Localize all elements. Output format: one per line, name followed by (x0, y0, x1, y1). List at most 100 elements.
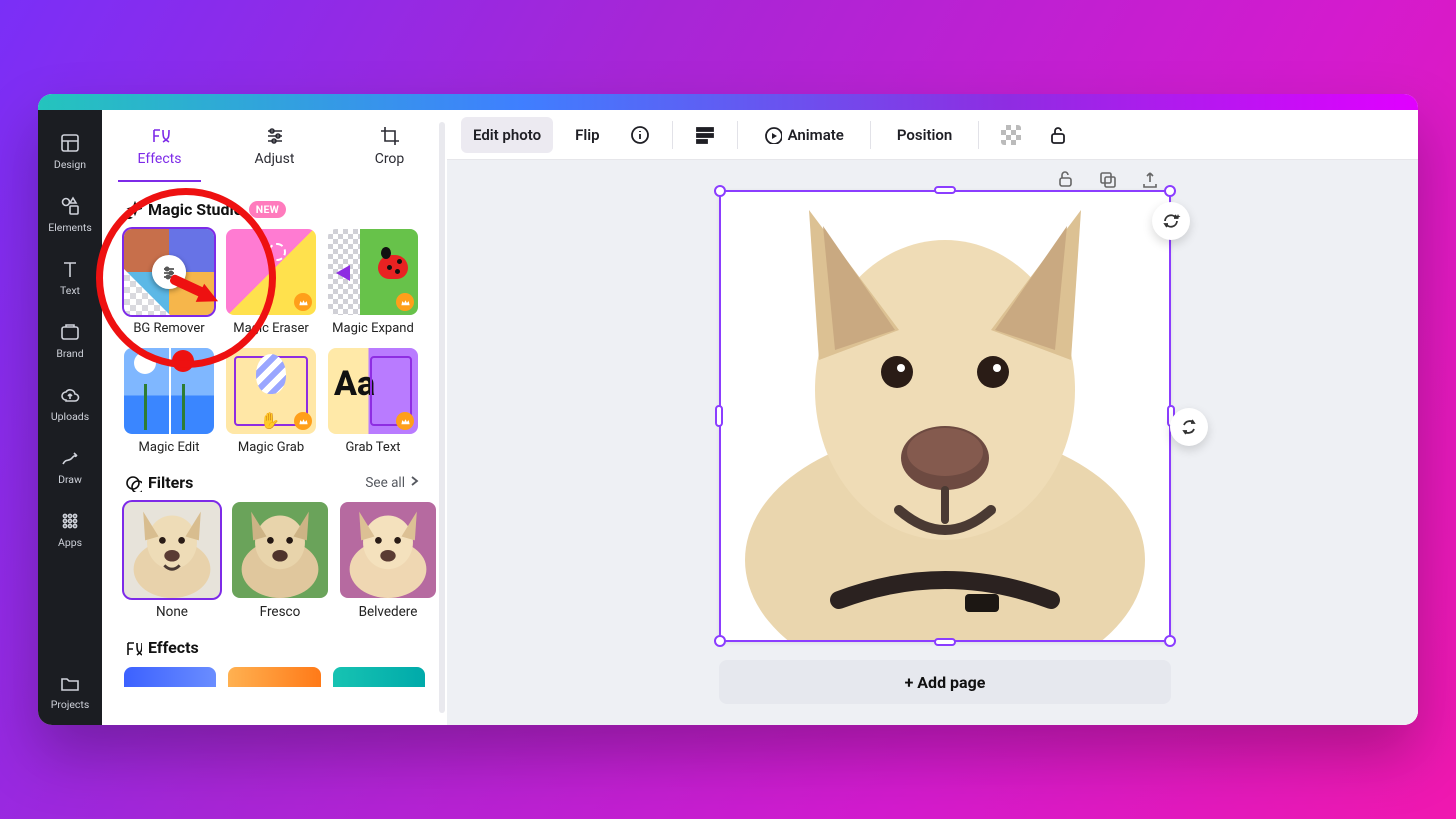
page-lock-button[interactable] (1052, 166, 1078, 192)
filters-icon (124, 474, 142, 492)
app-body: Design Elements Text Brand Uploads Draw (38, 110, 1418, 725)
sparkle-icon (124, 201, 142, 219)
regenerate-button[interactable] (1152, 202, 1190, 240)
rail-projects[interactable]: Projects (38, 662, 102, 725)
panel-tabs: Effects Adjust Crop (102, 110, 447, 182)
filter-thumb (124, 502, 220, 598)
separator (870, 121, 871, 149)
rail-label: Design (54, 158, 86, 171)
align-button[interactable] (687, 117, 723, 153)
filter-none[interactable]: None (124, 502, 220, 620)
rail-elements[interactable]: Elements (38, 185, 102, 248)
tool-label: Magic Grab (226, 440, 316, 455)
upload-icon (1140, 170, 1158, 188)
sync-button[interactable] (1170, 408, 1208, 446)
resize-handle[interactable] (1164, 185, 1176, 197)
tab-label: Effects (138, 151, 182, 167)
filter-belvedere[interactable]: Belvedere (340, 502, 436, 620)
tool-magic-edit[interactable]: Magic Edit (124, 348, 214, 455)
effect-preview[interactable] (124, 667, 216, 687)
rail-design[interactable]: Design (38, 122, 102, 185)
crown-icon (396, 293, 414, 311)
add-page-label: + Add page (905, 673, 986, 692)
rail-uploads[interactable]: Uploads (38, 374, 102, 437)
see-all-link[interactable]: See all (365, 474, 425, 492)
animate-button[interactable]: Animate (752, 117, 856, 153)
tool-label: BG Remover (124, 321, 214, 336)
tool-label: Magic Eraser (226, 321, 316, 336)
tab-crop[interactable]: Crop (332, 110, 447, 182)
tool-bg-remover[interactable]: BG Remover (124, 229, 214, 336)
resize-handle[interactable] (934, 186, 956, 194)
resize-handle[interactable] (714, 185, 726, 197)
separator (672, 121, 673, 149)
see-all-label: See all (365, 475, 405, 491)
brand-icon (59, 321, 81, 343)
tool-grab-text[interactable]: Aa Grab Text (328, 348, 418, 455)
rail-label: Projects (51, 698, 90, 711)
canvas-stage[interactable]: + Add page (447, 160, 1418, 725)
bg-remover-thumb (124, 229, 214, 315)
section-filters: Filters See all (124, 473, 425, 492)
rail-text[interactable]: Text (38, 248, 102, 311)
magic-grab-thumb: ✋ (226, 348, 316, 434)
section-effects: Effects (124, 638, 425, 657)
shapes-icon (59, 195, 81, 217)
new-badge: NEW (249, 201, 286, 218)
chevron-right-icon (407, 474, 425, 492)
duplicate-icon (1098, 170, 1116, 188)
tool-magic-expand[interactable]: Magic Expand (328, 229, 418, 336)
resize-handle[interactable] (1164, 635, 1176, 647)
expand-arrow-icon (336, 265, 350, 281)
lock-button[interactable] (1039, 117, 1075, 153)
rail-draw[interactable]: Draw (38, 437, 102, 500)
effect-preview[interactable] (228, 667, 320, 687)
info-icon (630, 125, 650, 145)
page-actions (1052, 166, 1162, 192)
align-icon (695, 125, 715, 145)
selection-frame (719, 190, 1171, 642)
transparency-button[interactable] (993, 117, 1029, 153)
separator (737, 121, 738, 149)
magic-expand-thumb (328, 229, 418, 315)
tab-effects[interactable]: Effects (102, 110, 217, 182)
grab-text-thumb: Aa (328, 348, 418, 434)
adjust-knob-icon (152, 255, 186, 289)
tool-label: Magic Edit (124, 440, 214, 455)
flip-button[interactable]: Flip (563, 117, 611, 153)
context-toolbar: Edit photo Flip Animate Position (447, 110, 1418, 160)
left-rail: Design Elements Text Brand Uploads Draw (38, 110, 102, 725)
rail-label: Draw (58, 473, 82, 486)
button-label: Position (897, 126, 952, 144)
tool-magic-eraser[interactable]: Magic Eraser (226, 229, 316, 336)
position-button[interactable]: Position (885, 117, 964, 153)
page-duplicate-button[interactable] (1094, 166, 1120, 192)
transparency-icon (1001, 125, 1021, 145)
info-button[interactable] (622, 117, 658, 153)
resize-handle[interactable] (715, 405, 723, 427)
resize-handle[interactable] (714, 635, 726, 647)
pencil-icon (59, 447, 81, 469)
effect-preview[interactable] (333, 667, 425, 687)
filter-thumb (232, 502, 328, 598)
add-page-button[interactable]: + Add page (719, 660, 1171, 704)
magic-eraser-thumb (226, 229, 316, 315)
page-share-button[interactable] (1136, 166, 1162, 192)
rail-brand[interactable]: Brand (38, 311, 102, 374)
app-window: Design Elements Text Brand Uploads Draw (38, 94, 1418, 725)
filter-fresco[interactable]: Fresco (232, 502, 328, 620)
crown-icon (294, 412, 312, 430)
tab-adjust[interactable]: Adjust (217, 110, 332, 182)
panel-scrollbar[interactable] (439, 122, 445, 713)
tool-magic-grab[interactable]: ✋ Magic Grab (226, 348, 316, 455)
rail-label: Brand (56, 347, 83, 360)
filter-label: None (124, 604, 220, 620)
folder-icon (59, 672, 81, 694)
sync-icon (1179, 417, 1199, 437)
canvas-page[interactable] (719, 190, 1171, 642)
edit-photo-button[interactable]: Edit photo (461, 117, 553, 153)
magic-tools-grid: BG Remover Magic Eraser (124, 229, 425, 455)
rail-apps[interactable]: Apps (38, 500, 102, 563)
lock-open-icon (1047, 125, 1067, 145)
resize-handle[interactable] (934, 638, 956, 646)
